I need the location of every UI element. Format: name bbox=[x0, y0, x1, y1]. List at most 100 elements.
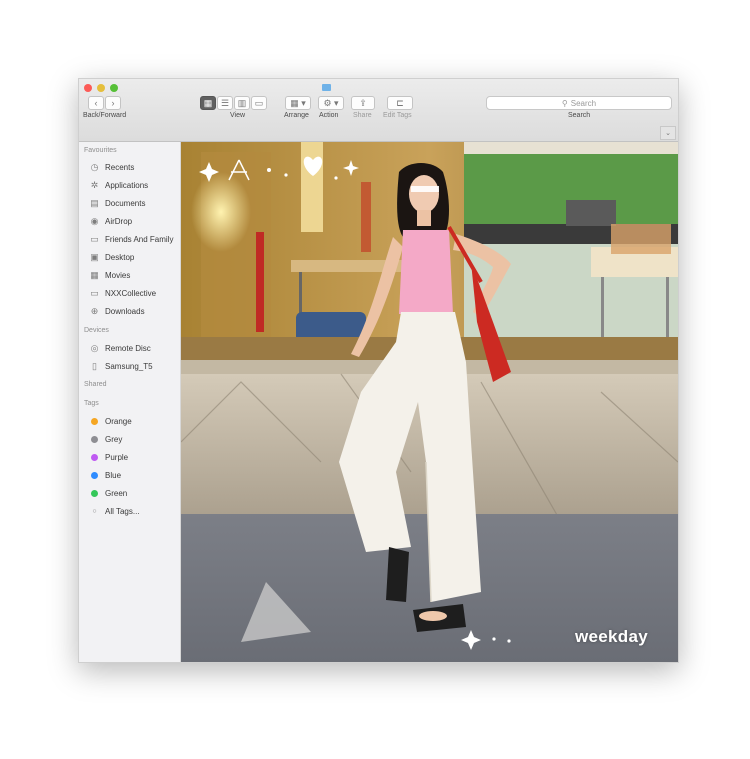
sidebar-item-label: Movies bbox=[105, 270, 131, 280]
sidebar-item-label: Grey bbox=[105, 434, 123, 444]
zoom-window-button[interactable] bbox=[110, 84, 118, 92]
back-button[interactable]: ‹ bbox=[88, 96, 104, 110]
sidebar-item-label: Green bbox=[105, 488, 128, 498]
dot-icon bbox=[507, 639, 511, 643]
tag-dot-icon bbox=[91, 453, 98, 461]
share-label: Share bbox=[353, 112, 372, 119]
sidebar-item-label: NXXCollective bbox=[105, 288, 157, 298]
airdrop-icon: ◉ bbox=[90, 215, 99, 226]
tag-dot-icon bbox=[91, 417, 98, 425]
search-icon: ⚲ bbox=[561, 98, 568, 108]
tag-dot-icon bbox=[91, 471, 98, 479]
sidebar-item-desktop[interactable]: ▣ Desktop bbox=[89, 250, 179, 264]
sidebar-item-airdrop[interactable]: ◉ AirDrop bbox=[89, 214, 179, 228]
share-group: ⇪ bbox=[351, 96, 376, 110]
folder-icon: ▭ bbox=[90, 233, 99, 244]
minimize-window-button[interactable] bbox=[97, 84, 105, 92]
download-icon: ⊕ bbox=[90, 305, 99, 316]
view-label: View bbox=[230, 112, 246, 119]
sidebar-tag-orange[interactable]: Orange bbox=[89, 414, 179, 428]
wall-light bbox=[191, 172, 251, 252]
arrange-button[interactable]: ▦ ▾ bbox=[285, 96, 311, 110]
sidebar-item-movies[interactable]: ▦ Movies bbox=[89, 268, 179, 282]
tag-dot-icon bbox=[91, 489, 98, 497]
dot-icon bbox=[492, 637, 496, 641]
back-forward-label: Back/Forward bbox=[83, 112, 127, 119]
sidebar-item-label: AirDrop bbox=[105, 216, 133, 226]
pastry-display bbox=[611, 224, 671, 254]
column-view-button[interactable]: ▥ bbox=[234, 96, 250, 110]
sidebar-item-downloads[interactable]: ⊕ Downloads bbox=[89, 304, 179, 318]
icon-view-button[interactable]: ▦ bbox=[200, 96, 216, 110]
film-icon: ▦ bbox=[90, 269, 99, 280]
sidebar-tag-blue[interactable]: Blue bbox=[89, 468, 179, 482]
arrange-group: ▦ ▾ bbox=[285, 96, 312, 110]
action-button[interactable]: ⚙ ▾ bbox=[318, 96, 344, 110]
action-group: ⚙ ▾ bbox=[318, 96, 345, 110]
toolbar-overflow-button[interactable]: ⌄ bbox=[660, 126, 676, 140]
search-placeholder: Search bbox=[570, 98, 597, 108]
sidebar-item-label: Purple bbox=[105, 452, 129, 462]
sidebar-item-label: Friends And Family bbox=[105, 234, 174, 244]
search-label: Search bbox=[568, 112, 591, 119]
window-folder-icon bbox=[322, 84, 331, 91]
sidebar-item-label: Recents bbox=[105, 162, 135, 172]
grid-icon: ▦ bbox=[203, 97, 213, 108]
close-window-button[interactable] bbox=[84, 84, 92, 92]
sidebar-section-devices: Devices bbox=[84, 327, 109, 334]
sidebar-item-label: Desktop bbox=[105, 252, 135, 262]
sidebar-tag-purple[interactable]: Purple bbox=[89, 450, 179, 464]
weekday-watermark: weekday bbox=[575, 627, 648, 646]
sidebar-item-label: Remote Disc bbox=[105, 343, 151, 353]
sidebar-item-all-tags[interactable]: ○ All Tags... bbox=[89, 504, 179, 518]
photo-preview: weekday bbox=[181, 142, 678, 662]
sidebar-item-documents[interactable]: ▤ Documents bbox=[89, 196, 179, 210]
finder-toolbar: ‹ › Back/Forward ▦ ☰ ▥ ▭ View ▦ ▾ Arrang… bbox=[79, 79, 678, 142]
window-frame bbox=[464, 142, 678, 154]
forward-button[interactable]: › bbox=[105, 96, 121, 110]
edit-tags-button[interactable]: ⊏ bbox=[387, 96, 413, 110]
disc-icon: ◎ bbox=[90, 342, 99, 353]
photo-scene bbox=[181, 142, 678, 662]
gallery-view-button[interactable]: ▭ bbox=[251, 96, 267, 110]
sidebar-section-favourites: Favourites bbox=[84, 147, 117, 154]
list-view-button[interactable]: ☰ bbox=[217, 96, 233, 110]
sidebar-item-applications[interactable]: ✲ Applications bbox=[89, 178, 179, 192]
tag-outline-icon: ○ bbox=[92, 507, 97, 515]
sidebar-section-shared: Shared bbox=[84, 381, 107, 388]
chevron-down-icon: ▾ bbox=[334, 97, 339, 108]
desktop-icon: ▣ bbox=[90, 251, 99, 262]
folder-icon: ▭ bbox=[90, 287, 99, 298]
sidebar-item-nxxcollective[interactable]: ▭ NXXCollective bbox=[89, 286, 179, 300]
columns-icon: ▥ bbox=[237, 97, 247, 108]
edit-tags-group: ⊏ bbox=[387, 96, 414, 110]
sidebar-item-samsung-t5[interactable]: ▯ Samsung_T5 bbox=[89, 359, 179, 373]
window-light bbox=[301, 142, 323, 232]
document-icon: ▤ bbox=[90, 197, 99, 208]
sidebar-item-remote-disc[interactable]: ◎ Remote Disc bbox=[89, 341, 179, 355]
sidebar-item-label: Documents bbox=[105, 198, 146, 208]
sidebar-item-recents[interactable]: ◷ Recents bbox=[89, 160, 179, 174]
sidebar-item-label: All Tags... bbox=[105, 506, 140, 516]
chevron-right-icon: › bbox=[111, 98, 115, 108]
sidebar-tag-green[interactable]: Green bbox=[89, 486, 179, 500]
chevron-down-icon: ⌄ bbox=[665, 130, 671, 137]
search-input[interactable]: ⚲ Search bbox=[486, 96, 672, 110]
chevron-left-icon: ‹ bbox=[94, 98, 98, 108]
drive-icon: ▯ bbox=[92, 360, 97, 371]
share-button[interactable]: ⇪ bbox=[351, 96, 375, 110]
dot-icon bbox=[284, 173, 288, 177]
chevron-down-icon: ▾ bbox=[301, 97, 306, 108]
action-label: Action bbox=[319, 112, 339, 119]
view-mode-group: ▦ ☰ ▥ ▭ bbox=[200, 96, 268, 110]
back-forward-group: ‹ › bbox=[88, 96, 122, 110]
sidebar-item-label: Blue bbox=[105, 470, 122, 480]
sidebar-tag-grey[interactable]: Grey bbox=[89, 432, 179, 446]
clock-icon: ◷ bbox=[90, 161, 99, 172]
applications-icon: ✲ bbox=[90, 179, 99, 190]
sidebar-item-friends-and-family[interactable]: ▭ Friends And Family bbox=[89, 232, 179, 246]
sidebar: Favourites ◷ Recents ✲ Applications ▤ Do… bbox=[79, 142, 181, 662]
sidebar-item-label: Orange bbox=[105, 416, 132, 426]
dot-icon bbox=[334, 176, 338, 180]
dot-icon bbox=[267, 168, 271, 172]
